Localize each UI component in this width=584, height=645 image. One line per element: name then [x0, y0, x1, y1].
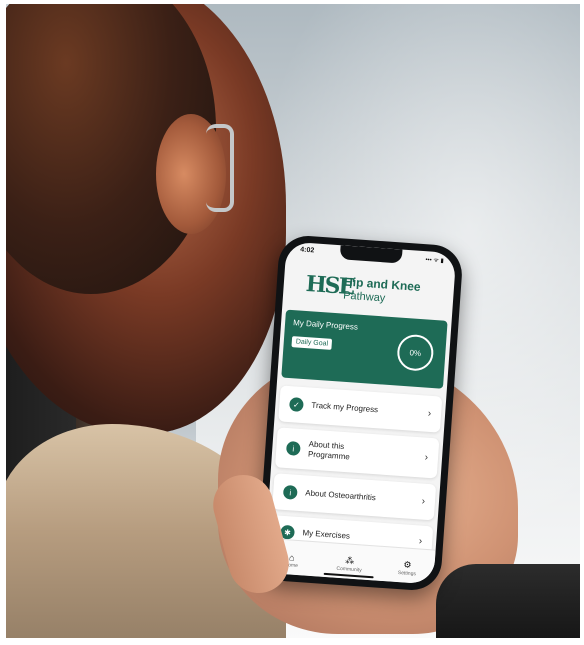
chevron-right-icon: › [424, 452, 429, 464]
menu-item-about-osteoarthritis[interactable]: i About Osteoarthritis › [272, 473, 437, 521]
chevron-right-icon: › [427, 408, 432, 420]
menu-item-label: About Osteoarthritis [304, 488, 377, 503]
menu-item-label: About this Programme [308, 440, 351, 463]
sleeve [436, 564, 580, 638]
daily-progress-card[interactable]: My Daily Progress Daily Goal 0% [281, 309, 448, 389]
tab-community[interactable]: ⁂ Community [324, 554, 375, 574]
photo-scene: 4:02 ••• ᯤ ▮ HSE Hip and Knee Pathway My… [6, 4, 580, 638]
status-icons: ••• ᯤ ▮ [425, 257, 444, 265]
menu-item-about-programme[interactable]: i About this Programme › [275, 427, 440, 479]
chevron-right-icon: › [418, 535, 423, 548]
status-time: 4:02 [299, 246, 315, 255]
info-icon: i [285, 440, 301, 456]
menu-item-track-progress[interactable]: ✓ Track my Progress › [278, 385, 443, 433]
glasses-arm [206, 124, 234, 212]
progress-percent: 0% [409, 347, 422, 358]
progress-title: My Daily Progress [292, 318, 359, 332]
tab-settings[interactable]: ⚙ Settings [382, 558, 433, 578]
phone-screen: 4:02 ••• ᯤ ▮ HSE Hip and Knee Pathway My… [263, 241, 457, 585]
menu-item-label: Track my Progress [311, 400, 379, 415]
smartphone: 4:02 ••• ᯤ ▮ HSE Hip and Knee Pathway My… [256, 234, 464, 592]
app-subtitle: Pathway [342, 289, 386, 305]
check-icon: ✓ [288, 397, 304, 413]
menu-item-label: My Exercises [302, 528, 351, 541]
info-icon: i [282, 484, 298, 500]
phone-notch [339, 245, 403, 264]
label-line-2: Programme [307, 449, 351, 462]
progress-ring: 0% [396, 333, 435, 372]
chevron-right-icon: › [421, 496, 426, 508]
daily-goal-badge[interactable]: Daily Goal [291, 336, 333, 350]
